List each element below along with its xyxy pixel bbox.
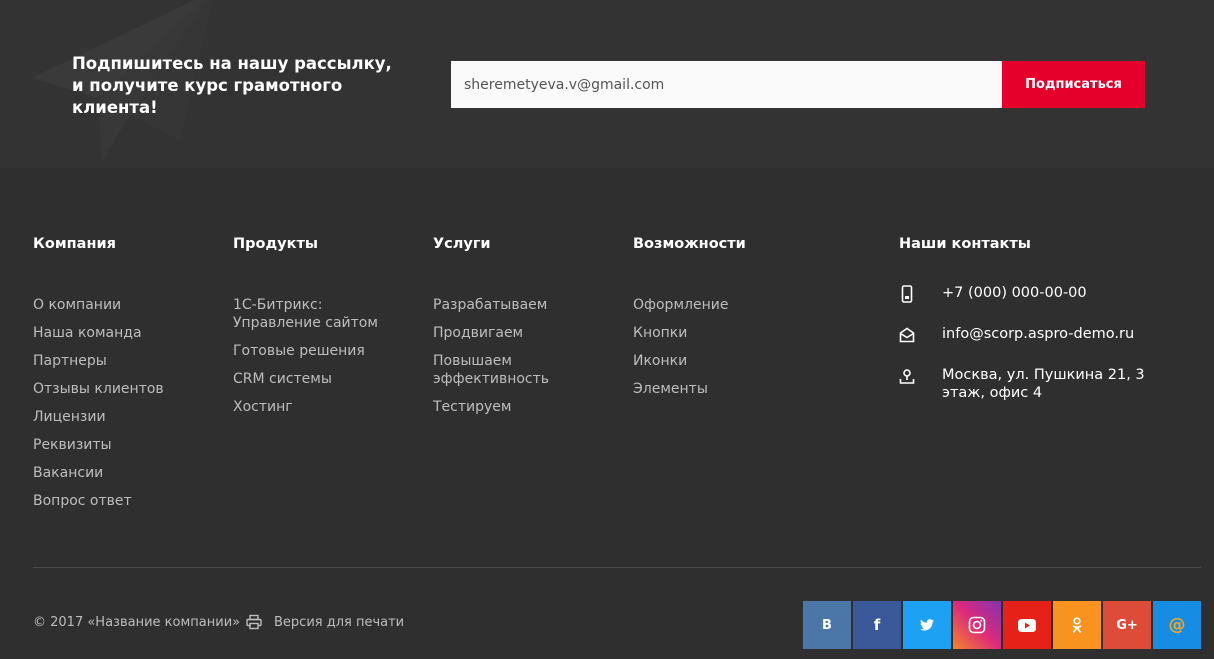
footer-link[interactable]: Повышаем эффективность: [433, 353, 549, 387]
column-title: Возможности: [633, 236, 746, 252]
youtube-icon: [1018, 618, 1036, 632]
facebook-icon: f: [873, 616, 881, 634]
list-item[interactable]: Партнеры: [33, 352, 223, 370]
footer-link[interactable]: Наша команда: [33, 325, 142, 341]
column-title: Продукты: [233, 236, 318, 252]
list-item[interactable]: Лицензии: [33, 408, 223, 426]
footer-link[interactable]: Продвигаем: [433, 325, 523, 341]
mail-button[interactable]: @: [1153, 601, 1201, 649]
footer-link[interactable]: Разрабатываем: [433, 297, 547, 313]
footer-link[interactable]: Вопрос ответ: [33, 493, 132, 509]
footer-link[interactable]: Лицензии: [33, 409, 106, 425]
footer-link[interactable]: Вакансии: [33, 465, 103, 481]
footer-link[interactable]: CRM системы: [233, 371, 332, 387]
instagram-button[interactable]: [953, 601, 1001, 649]
print-version-link[interactable]: Версия для печати: [246, 614, 404, 630]
footer-link[interactable]: Кнопки: [633, 325, 687, 341]
footer-link[interactable]: Отзывы клиентов: [33, 381, 164, 397]
footer-link[interactable]: Оформление: [633, 297, 728, 313]
list-item[interactable]: CRM системы: [233, 370, 408, 388]
list-item[interactable]: Иконки: [633, 352, 813, 370]
list-item[interactable]: 1С-Битрикс: Управление сайтом: [233, 296, 408, 332]
location-pin-icon: [899, 369, 915, 384]
footer-column-features: Возможности Оформление Кнопки Иконки Эле…: [633, 234, 813, 408]
footer-column-services: Услуги Разрабатываем Продвигаем Повышаем…: [433, 234, 573, 426]
list-item[interactable]: Кнопки: [633, 324, 813, 342]
footer-column-company: Компания О компании Наша команда Партнер…: [33, 234, 223, 520]
odnoklassniki-icon: [1072, 616, 1082, 633]
column-list: О компании Наша команда Партнеры Отзывы …: [33, 296, 223, 510]
list-item[interactable]: Элементы: [633, 380, 813, 398]
footer-column-products: Продукты 1С-Битрикс: Управление сайтом Г…: [233, 234, 408, 426]
email-input[interactable]: [451, 61, 1002, 108]
list-item[interactable]: О компании: [33, 296, 223, 314]
contacts-title: Наши контакты: [899, 236, 1031, 252]
subscribe-section: Подпишитесь на нашу рассылку, и получите…: [0, 0, 1214, 168]
contact-address: Москва, ул. Пушкина 21, 3 этаж, офис 4: [899, 366, 1152, 402]
column-list: Оформление Кнопки Иконки Элементы: [633, 296, 813, 398]
mail-icon: @: [1168, 615, 1186, 635]
list-item[interactable]: Отзывы клиентов: [33, 380, 223, 398]
email-link[interactable]: info@scorp.aspro-demo.ru: [942, 325, 1152, 343]
footer-link[interactable]: Тестируем: [433, 399, 511, 415]
facebook-button[interactable]: f: [853, 601, 901, 649]
list-item[interactable]: Продвигаем: [433, 324, 573, 342]
print-label: Версия для печати: [274, 614, 405, 630]
list-item[interactable]: Наша команда: [33, 324, 223, 342]
list-item[interactable]: Готовые решения: [233, 342, 408, 360]
column-title: Услуги: [433, 236, 491, 252]
footer-link[interactable]: Партнеры: [33, 353, 107, 369]
subscribe-title: Подпишитесь на нашу рассылку, и получите…: [72, 54, 392, 117]
instagram-icon: [968, 616, 986, 634]
footer-link[interactable]: 1С-Битрикс: Управление сайтом: [233, 297, 378, 331]
footer-link[interactable]: Готовые решения: [233, 343, 365, 359]
vk-icon: В: [822, 617, 832, 633]
social-links: В f G+ @: [803, 601, 1203, 649]
copyright-text: © 2017 «Название компании»: [33, 615, 241, 630]
footer-link[interactable]: Хостинг: [233, 399, 293, 415]
twitter-icon: [920, 619, 934, 631]
list-item[interactable]: Тестируем: [433, 398, 573, 416]
list-item[interactable]: Вакансии: [33, 464, 223, 482]
youtube-button[interactable]: [1003, 601, 1051, 649]
column-title: Компания: [33, 236, 116, 252]
column-list: 1С-Битрикс: Управление сайтом Готовые ре…: [233, 296, 408, 416]
footer-divider: [33, 567, 1201, 568]
vk-button[interactable]: В: [803, 601, 851, 649]
twitter-button[interactable]: [903, 601, 951, 649]
footer-link[interactable]: Элементы: [633, 381, 708, 397]
list-item[interactable]: Разрабатываем: [433, 296, 573, 314]
phone-icon: [901, 285, 913, 303]
phone-link[interactable]: +7 (000) 000-00-00: [942, 284, 1152, 302]
list-item[interactable]: Повышаем эффективность: [433, 352, 573, 388]
google-plus-icon: G+: [1116, 617, 1138, 633]
footer-link[interactable]: Иконки: [633, 353, 687, 369]
list-item[interactable]: Вопрос ответ: [33, 492, 223, 510]
envelope-icon: [899, 327, 915, 343]
footer-contacts: Наши контакты +7 (000) 000-00-00 info@sc…: [899, 234, 1199, 401]
google-plus-button[interactable]: G+: [1103, 601, 1151, 649]
list-item[interactable]: Оформление: [633, 296, 813, 314]
footer-link[interactable]: Реквизиты: [33, 437, 112, 453]
printer-icon: [246, 614, 262, 630]
column-list: Разрабатываем Продвигаем Повышаем эффект…: [433, 296, 573, 416]
address-text: Москва, ул. Пушкина 21, 3 этаж, офис 4: [942, 367, 1145, 401]
list-item[interactable]: Реквизиты: [33, 436, 223, 454]
subscribe-button[interactable]: Подписаться: [1002, 61, 1145, 108]
footer-link[interactable]: О компании: [33, 297, 121, 313]
contact-email: info@scorp.aspro-demo.ru: [899, 325, 1152, 344]
odnoklassniki-button[interactable]: [1053, 601, 1101, 649]
list-item[interactable]: Хостинг: [233, 398, 408, 416]
contact-phone: +7 (000) 000-00-00: [899, 284, 1152, 303]
